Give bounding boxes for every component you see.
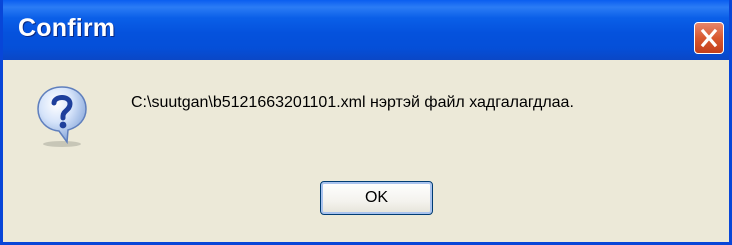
dialog-body: C:\suutgan\b5121663201101.xml нэртэй фай…: [3, 60, 729, 242]
title-bar[interactable]: Confirm: [3, 0, 729, 60]
message-text: C:\suutgan\b5121663201101.xml нэртэй фай…: [131, 94, 574, 111]
ok-button-label: OK: [364, 189, 389, 206]
close-button[interactable]: [694, 22, 724, 54]
window-title: Confirm: [18, 14, 116, 42]
ok-button[interactable]: OK: [320, 181, 433, 215]
confirm-dialog: Confirm C:\suutgan\b5121663201101.xml нэ…: [0, 0, 732, 245]
close-icon: [700, 28, 718, 48]
question-icon: [37, 86, 87, 147]
